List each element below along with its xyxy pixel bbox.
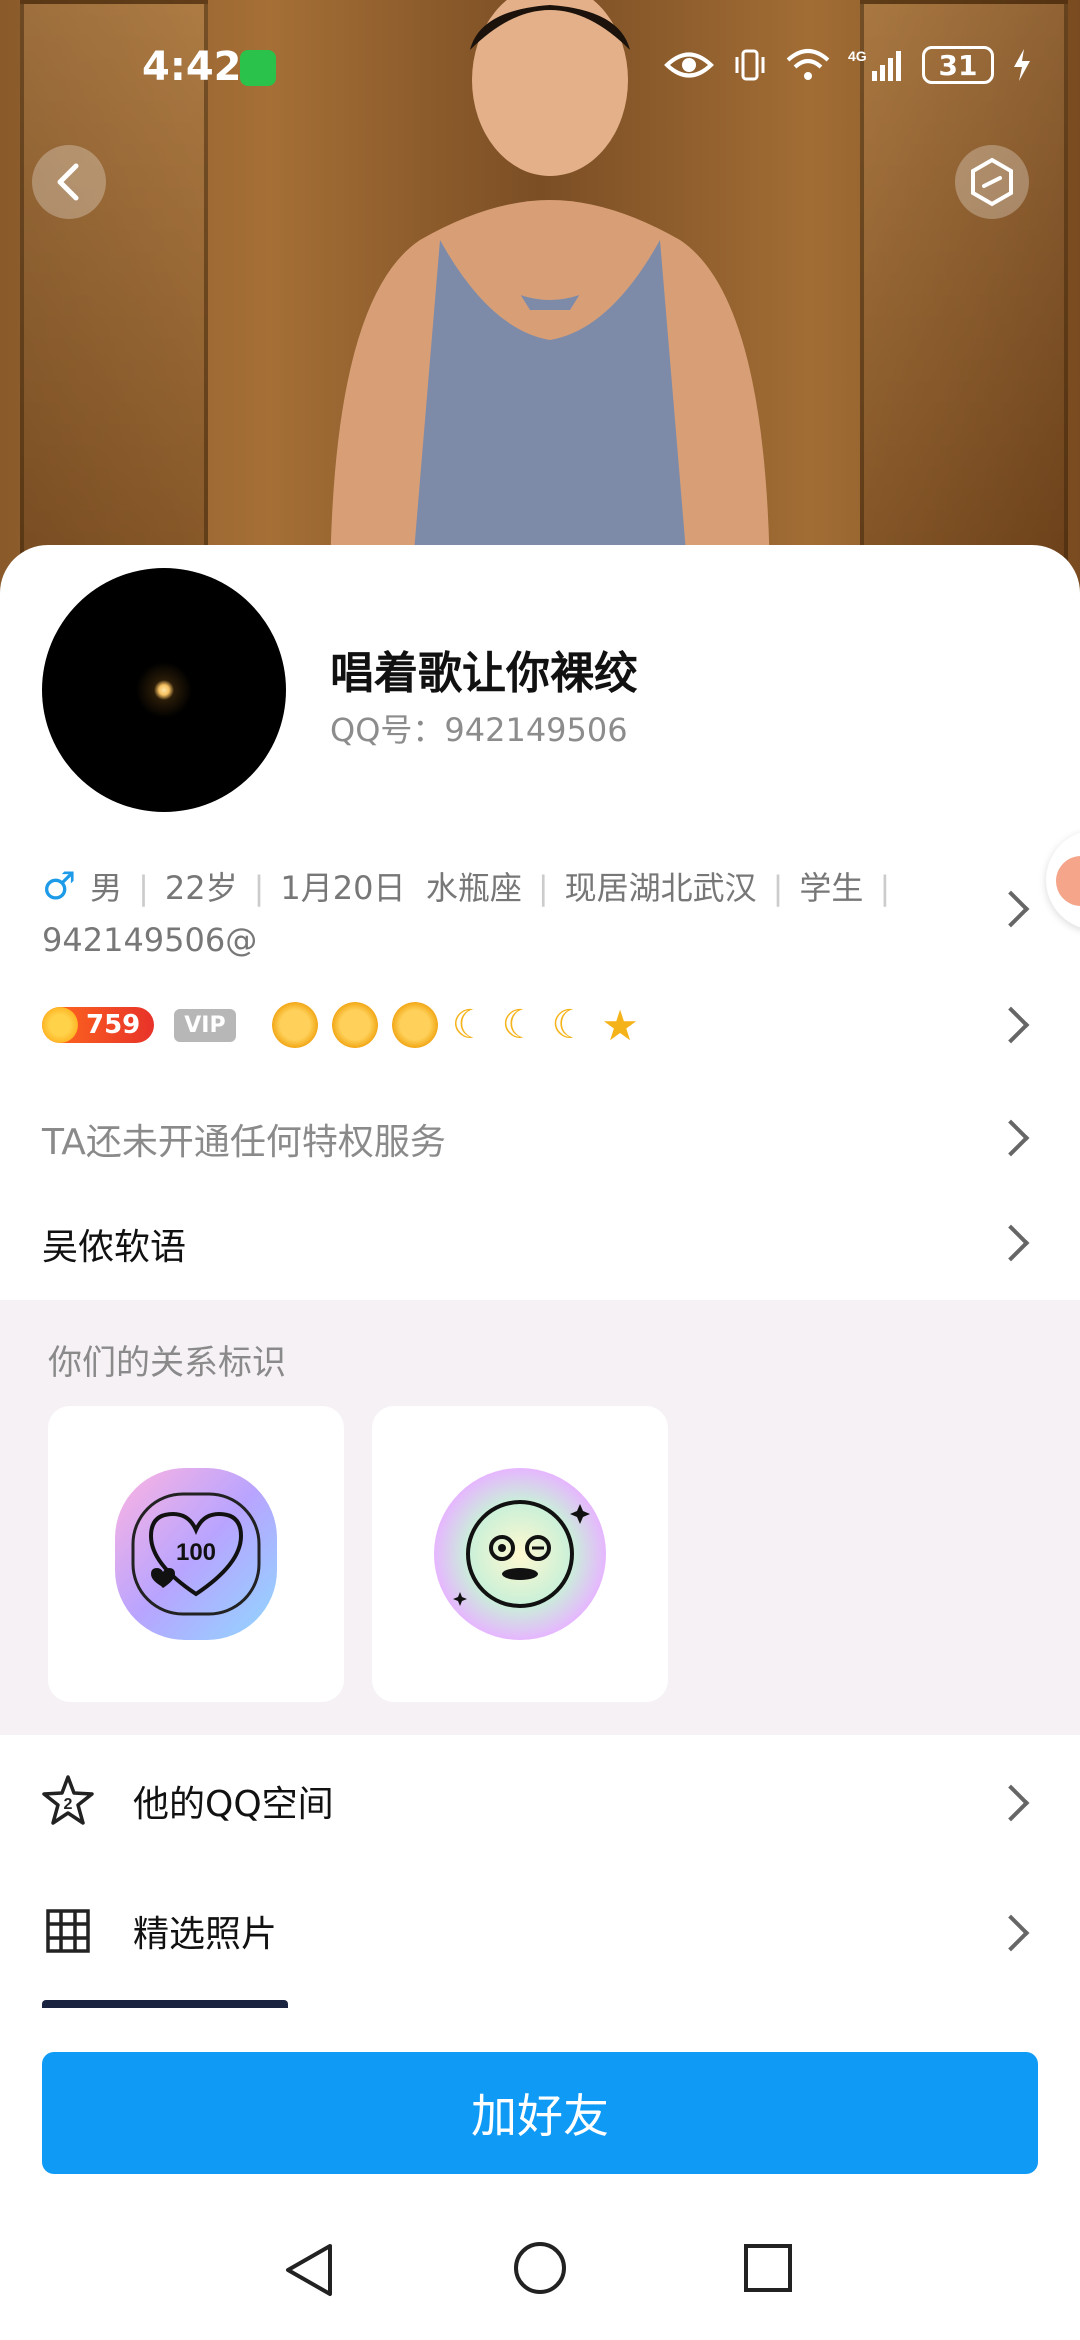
nav-back-icon[interactable] bbox=[282, 2240, 338, 2300]
nav-recent-icon[interactable] bbox=[742, 2242, 794, 2294]
vibrate-icon bbox=[735, 49, 765, 81]
status-time: 4:42 bbox=[142, 44, 242, 90]
photos-label: 精选照片 bbox=[133, 1914, 278, 1955]
more-button[interactable] bbox=[955, 145, 1029, 219]
gender: 男 bbox=[90, 869, 123, 907]
zodiac: 水瓶座 bbox=[425, 869, 522, 907]
photo-thumbnail-strip[interactable] bbox=[42, 2000, 288, 2008]
nickname: 唱着歌让你裸绞 bbox=[330, 648, 638, 699]
svg-text:2: 2 bbox=[64, 1796, 73, 1813]
male-icon: ♂ bbox=[42, 864, 77, 908]
eye-icon bbox=[664, 52, 714, 78]
signal-4g-icon: 4G bbox=[848, 48, 901, 81]
relation-card-treasure[interactable] bbox=[372, 1406, 668, 1702]
treasure-face-badge-icon bbox=[434, 1468, 606, 1640]
avatar[interactable] bbox=[42, 568, 286, 812]
email: 942149506@ bbox=[42, 921, 258, 959]
level-badge: 759 bbox=[42, 1007, 155, 1043]
moon-icon: ☾ bbox=[551, 1002, 588, 1048]
floating-widget-icon bbox=[1056, 856, 1080, 906]
relation-title: 你们的关系标识 bbox=[48, 1343, 286, 1383]
moon-icon: ☾ bbox=[451, 1002, 488, 1048]
moon-icon: ☾ bbox=[501, 1002, 538, 1048]
relation-card-heart[interactable]: 100 bbox=[48, 1406, 344, 1702]
coin-icon bbox=[42, 1007, 78, 1043]
photos-row[interactable]: 精选照片 bbox=[0, 1876, 1080, 1986]
grid-icon bbox=[46, 1909, 90, 1953]
qq-number[interactable]: QQ号：942149506 bbox=[330, 705, 628, 751]
charging-icon bbox=[1014, 49, 1030, 81]
level-badges-row[interactable]: 759 VIP ☾ ☾ ☾ ★ bbox=[42, 1000, 639, 1050]
qzone-label: 他的QQ空间 bbox=[133, 1784, 334, 1825]
qzone-star-icon: 2 bbox=[42, 1775, 94, 1825]
status-bar: 4:42 4G 31 bbox=[0, 0, 1080, 140]
back-button[interactable] bbox=[32, 145, 106, 219]
sun-icon bbox=[271, 1002, 318, 1048]
nav-home-icon[interactable] bbox=[512, 2240, 568, 2296]
relation-section: 你们的关系标识 100 bbox=[0, 1300, 1080, 1735]
heart-100-badge-icon: 100 bbox=[115, 1468, 277, 1640]
qzone-chevron-icon bbox=[992, 1784, 1030, 1822]
qzone-row[interactable]: 2 他的QQ空间 bbox=[0, 1746, 1080, 1856]
system-nav-bar bbox=[0, 2200, 1080, 2340]
status-icons: 4G 31 bbox=[664, 46, 1032, 84]
hexagon-icon bbox=[971, 157, 1013, 207]
age: 22岁 bbox=[164, 869, 238, 907]
battery-indicator: 31 bbox=[922, 46, 994, 84]
location: 现居湖北武汉 bbox=[564, 869, 757, 907]
occupation: 学生 bbox=[799, 869, 864, 907]
photos-chevron-icon bbox=[992, 1914, 1030, 1952]
signature[interactable]: 吴侬软语 bbox=[42, 1218, 186, 1270]
privilege-text[interactable]: TA还未开通任何特权服务 bbox=[42, 1113, 446, 1165]
profile-info-row[interactable]: ♂ 男 | 22岁 | 1月20日 水瓶座 | 现居湖北武汉 | 学生 | 942149506@ bbox=[42, 860, 962, 966]
sun-icon bbox=[331, 1002, 378, 1048]
birthday: 1月20日 bbox=[280, 869, 406, 907]
sun-icon bbox=[391, 1002, 438, 1048]
wechat-icon bbox=[240, 50, 276, 86]
vip-badge: VIP bbox=[174, 1008, 236, 1042]
level-value: 759 bbox=[86, 1010, 141, 1040]
wifi-icon bbox=[786, 49, 830, 80]
svg-text:4G: 4G bbox=[848, 48, 867, 64]
svg-text:100: 100 bbox=[176, 1539, 216, 1566]
add-friend-button[interactable]: 加好友 bbox=[42, 2052, 1038, 2174]
star-icon: ★ bbox=[601, 1000, 639, 1050]
chevron-left-icon bbox=[57, 163, 79, 201]
